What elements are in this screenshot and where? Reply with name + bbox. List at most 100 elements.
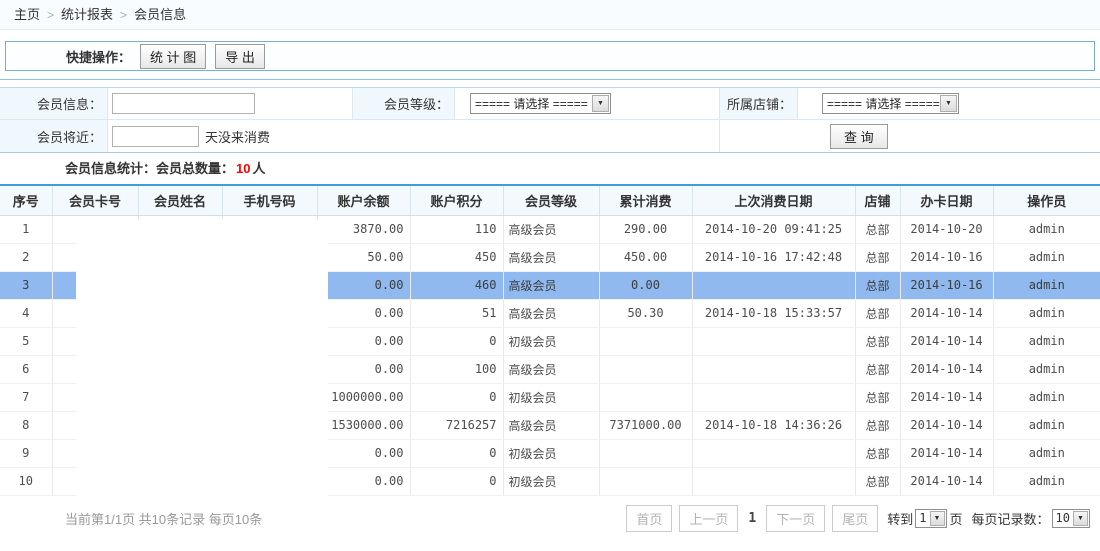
cell-total-spend — [599, 467, 692, 495]
cell-balance: 0.00 — [317, 271, 410, 299]
col-header-balance: 账户余额 — [317, 185, 410, 215]
pagination-first-button[interactable]: 首页 — [626, 505, 672, 532]
cell-total-spend: 0.00 — [599, 271, 692, 299]
cell-index: 2 — [0, 243, 52, 271]
goto-suffix-label: 页 — [950, 509, 963, 528]
cell-operator: admin — [993, 383, 1100, 411]
per-page-select-value: 10 — [1053, 511, 1073, 525]
days-input[interactable] — [112, 126, 199, 147]
cell-balance: 1000000.00 — [317, 383, 410, 411]
col-header-operator: 操作员 — [993, 185, 1100, 215]
member-level-select[interactable]: ===== 请选择 ===== ▼ — [470, 93, 611, 114]
col-header-level: 会员等级 — [503, 185, 599, 215]
cell-points: 7216257 — [410, 411, 503, 439]
cell-last-spend-date — [692, 467, 855, 495]
goto-page-select[interactable]: 1 ▼ — [915, 509, 946, 528]
goto-label: 转到 — [887, 509, 913, 528]
per-page-select[interactable]: 10 ▼ — [1052, 509, 1090, 528]
cell-total-spend — [599, 383, 692, 411]
breadcrumb-home-link[interactable]: 主页 — [14, 7, 40, 22]
cell-level: 初级会员 — [503, 383, 599, 411]
cell-index: 10 — [0, 467, 52, 495]
cell-last-spend-date: 2014-10-16 17:42:48 — [692, 243, 855, 271]
breadcrumb-member-info-link[interactable]: 会员信息 — [134, 7, 186, 22]
cell-level: 初级会员 — [503, 467, 599, 495]
member-info-input[interactable] — [112, 93, 255, 114]
stats-unit: 人 — [252, 161, 265, 176]
pagination-summary: 当前第1/1页 共10条记录 每页10条 — [65, 509, 262, 528]
cell-store: 总部 — [855, 243, 900, 271]
filter-row-2: 会员将近： 天没来消费 查 询 — [0, 120, 1100, 152]
per-page-label: 每页记录数： — [972, 509, 1050, 528]
cell-level: 高级会员 — [503, 299, 599, 327]
table-header-row: 序号会员卡号会员姓名手机号码账户余额账户积分会员等级累计消费上次消费日期店铺办卡… — [0, 185, 1100, 215]
cell-balance: 50.00 — [317, 243, 410, 271]
breadcrumb-reports-link[interactable]: 统计报表 — [61, 7, 113, 22]
cell-points: 0 — [410, 467, 503, 495]
cell-index: 6 — [0, 355, 52, 383]
chart-button[interactable]: 统 计 图 — [140, 44, 206, 69]
cell-total-spend — [599, 327, 692, 355]
stats-count: 10 — [236, 161, 250, 176]
cell-last-spend-date — [692, 327, 855, 355]
cell-card-date: 2014-10-16 — [900, 243, 993, 271]
cell-index: 4 — [0, 299, 52, 327]
cell-total-spend: 50.30 — [599, 299, 692, 327]
member-level-select-value: ===== 请选择 ===== — [471, 95, 592, 112]
cell-operator: admin — [993, 215, 1100, 243]
cell-total-spend — [599, 439, 692, 467]
cell-total-spend: 450.00 — [599, 243, 692, 271]
col-header-phone: 手机号码 — [222, 185, 317, 215]
days-suffix-label: 天没来消费 — [205, 127, 270, 146]
col-header-points: 账户积分 — [410, 185, 503, 215]
cell-store: 总部 — [855, 215, 900, 243]
cell-operator: admin — [993, 327, 1100, 355]
store-label: 所属店铺： — [720, 88, 798, 119]
chevron-down-icon: ▼ — [940, 95, 957, 112]
cell-card-date: 2014-10-14 — [900, 383, 993, 411]
col-header-index: 序号 — [0, 185, 52, 215]
cell-operator: admin — [993, 439, 1100, 467]
chevron-down-icon: ▼ — [592, 95, 609, 112]
member-info-label: 会员信息： — [0, 88, 108, 119]
cell-store: 总部 — [855, 439, 900, 467]
cell-points: 450 — [410, 243, 503, 271]
stats-bar: 会员信息统计：会员总数量：10人 — [0, 153, 1100, 184]
cell-level: 初级会员 — [503, 439, 599, 467]
cell-last-spend-date: 2014-10-18 14:36:26 — [692, 411, 855, 439]
query-button[interactable]: 查 询 — [830, 124, 888, 149]
export-button[interactable]: 导 出 — [215, 44, 265, 69]
cell-total-spend: 290.00 — [599, 215, 692, 243]
store-select[interactable]: ===== 请选择 ===== ▼ — [822, 93, 959, 114]
cell-operator: admin — [993, 355, 1100, 383]
divider — [0, 79, 1100, 80]
cell-store: 总部 — [855, 327, 900, 355]
cell-last-spend-date: 2014-10-18 15:33:57 — [692, 299, 855, 327]
cell-index: 5 — [0, 327, 52, 355]
pagination-next-button[interactable]: 下一页 — [766, 505, 825, 532]
cell-operator: admin — [993, 299, 1100, 327]
col-header-name: 会员姓名 — [138, 185, 222, 215]
filter-row-1: 会员信息： 会员等级： ===== 请选择 ===== ▼ 所属店铺： ====… — [0, 88, 1100, 120]
quick-actions-label: 快捷操作： — [66, 47, 131, 66]
cell-last-spend-date — [692, 271, 855, 299]
cell-points: 100 — [410, 355, 503, 383]
pagination-last-button[interactable]: 尾页 — [832, 505, 878, 532]
cell-index: 9 — [0, 439, 52, 467]
quick-actions-bar: 快捷操作： 统 计 图 导 出 — [5, 41, 1095, 71]
pagination-prev-button[interactable]: 上一页 — [679, 505, 738, 532]
pagination-controls: 首页 上一页 1 下一页 尾页 转到 1 ▼ 页 每页记录数： 10 ▼ — [619, 505, 1092, 532]
col-header-total-spend: 累计消费 — [599, 185, 692, 215]
stats-label: 会员信息统计：会员总数量： — [65, 161, 234, 176]
cell-card-date: 2014-10-20 — [900, 215, 993, 243]
col-header-last-spend-date: 上次消费日期 — [692, 185, 855, 215]
cell-operator: admin — [993, 467, 1100, 495]
cell-level: 高级会员 — [503, 355, 599, 383]
cell-card-date: 2014-10-14 — [900, 355, 993, 383]
chevron-down-icon: ▼ — [1073, 511, 1088, 526]
cell-last-spend-date — [692, 383, 855, 411]
col-header-card-no: 会员卡号 — [52, 185, 138, 215]
cell-operator: admin — [993, 411, 1100, 439]
cell-last-spend-date — [692, 439, 855, 467]
cell-balance: 1530000.00 — [317, 411, 410, 439]
